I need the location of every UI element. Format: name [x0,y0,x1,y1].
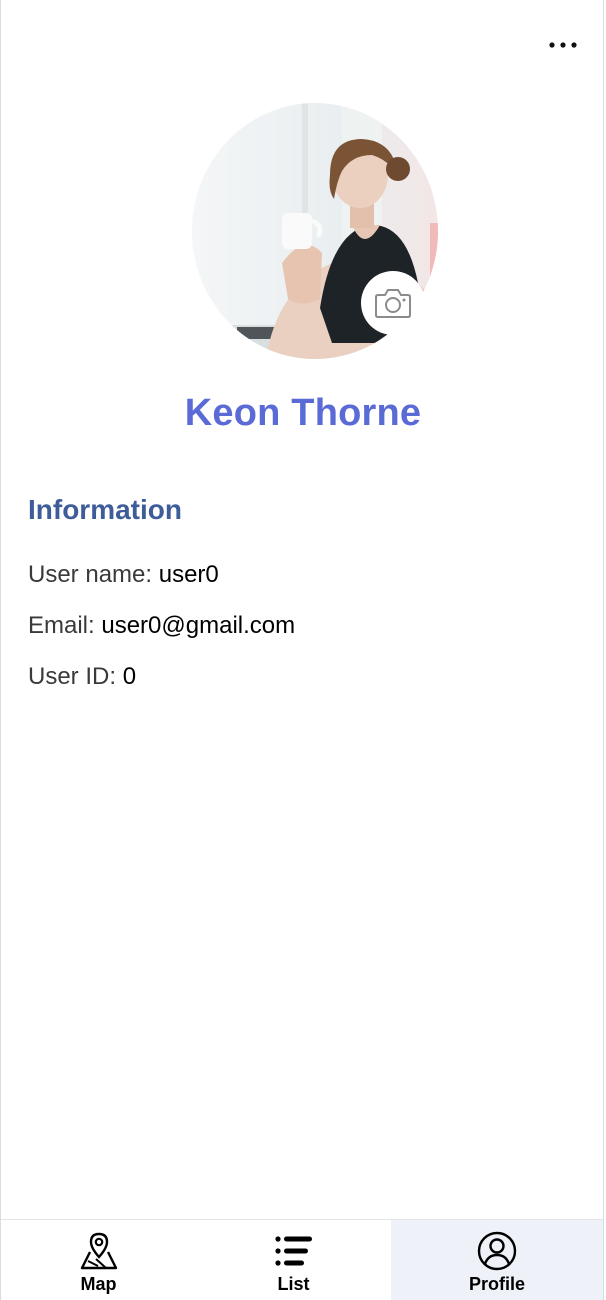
avatar-container [192,103,438,359]
tab-list[interactable]: List [196,1220,391,1300]
user-circle-icon [477,1231,517,1271]
userid-value: 0 [122,663,137,690]
info-row-username: User name: user0 [28,561,219,589]
more-options-button[interactable] [545,30,581,60]
information-section-title: Information [28,494,182,525]
info-row-userid: User ID: 0 [28,663,136,691]
email-value: user0@gmail.com [101,612,296,639]
info-row-email: Email: user0@gmail.com [28,612,295,640]
userid-label: User ID: [28,663,117,690]
map-pin-icon [80,1232,117,1270]
tab-list-label: List [277,1274,310,1294]
camera-icon [375,289,411,318]
user-full-name: Keon Thorne [184,392,422,434]
list-icon [274,1236,312,1266]
more-horizontal-icon [549,42,577,48]
tab-map-label: Map [80,1274,117,1294]
tab-profile[interactable]: Profile [391,1220,603,1300]
username-label: User name: [28,561,153,588]
tab-map[interactable]: Map [1,1220,196,1300]
username-value: user0 [158,561,219,588]
change-photo-button[interactable] [361,271,425,335]
email-label: Email: [28,612,95,639]
profile-screen: Keon Thorne Information User name: user0… [0,0,604,1300]
tab-profile-label: Profile [468,1274,525,1294]
bottom-navigation: Map List Profile [1,1219,603,1300]
